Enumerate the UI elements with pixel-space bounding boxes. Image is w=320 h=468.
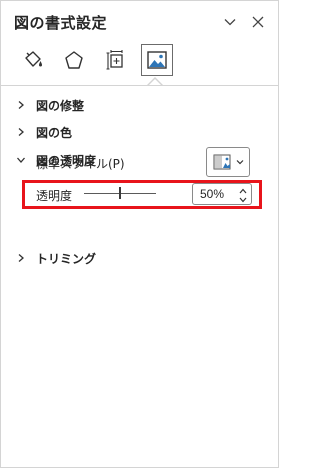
chevron-down-icon xyxy=(239,197,247,202)
transparency-slider-thumb[interactable] xyxy=(119,187,121,199)
chevron-right-icon xyxy=(14,98,28,112)
section-label: トリミング xyxy=(36,251,97,266)
category-tabs xyxy=(0,40,279,78)
preset-label-text: 標準スタイル(P) xyxy=(36,157,125,171)
tab-picture[interactable] xyxy=(141,44,173,76)
pane-header: 図の書式設定 xyxy=(0,0,279,44)
picture-icon xyxy=(147,51,167,69)
chevron-down-icon xyxy=(224,19,236,26)
close-icon xyxy=(252,16,264,28)
chevron-right-icon xyxy=(14,251,28,265)
spin-up-button[interactable] xyxy=(237,186,249,195)
transparency-spinbox[interactable]: 50% xyxy=(192,183,252,205)
chevron-down-icon xyxy=(14,153,28,167)
paint-bucket-icon xyxy=(25,51,42,67)
transparency-label: 透明度 xyxy=(36,189,73,203)
section-crop[interactable]: トリミング xyxy=(14,247,264,269)
pane-title: 図の書式設定 xyxy=(14,14,108,32)
chevron-down-icon xyxy=(236,160,243,165)
pane-close-button[interactable] xyxy=(248,12,268,32)
section-picture-corrections[interactable]: 図の修整 xyxy=(14,94,264,116)
transparency-preset-icon xyxy=(213,154,230,170)
pane-options-button[interactable] xyxy=(220,12,240,32)
tab-size-properties[interactable] xyxy=(100,44,132,76)
chevron-up-icon xyxy=(239,188,247,193)
pentagon-icon xyxy=(65,51,83,69)
spin-down-button[interactable] xyxy=(237,195,249,204)
section-label: 図の色 xyxy=(36,125,73,140)
section-picture-color[interactable]: 図の色 xyxy=(14,121,264,143)
section-label: 図の修整 xyxy=(36,98,85,113)
tab-effects[interactable] xyxy=(58,44,90,76)
tab-fill-line[interactable] xyxy=(17,44,49,76)
chevron-right-icon xyxy=(14,125,28,139)
transparency-value[interactable]: 50% xyxy=(200,187,224,201)
tabs-divider xyxy=(0,85,279,86)
preset-style-dropdown[interactable] xyxy=(206,147,250,177)
size-layout-icon xyxy=(106,50,123,70)
